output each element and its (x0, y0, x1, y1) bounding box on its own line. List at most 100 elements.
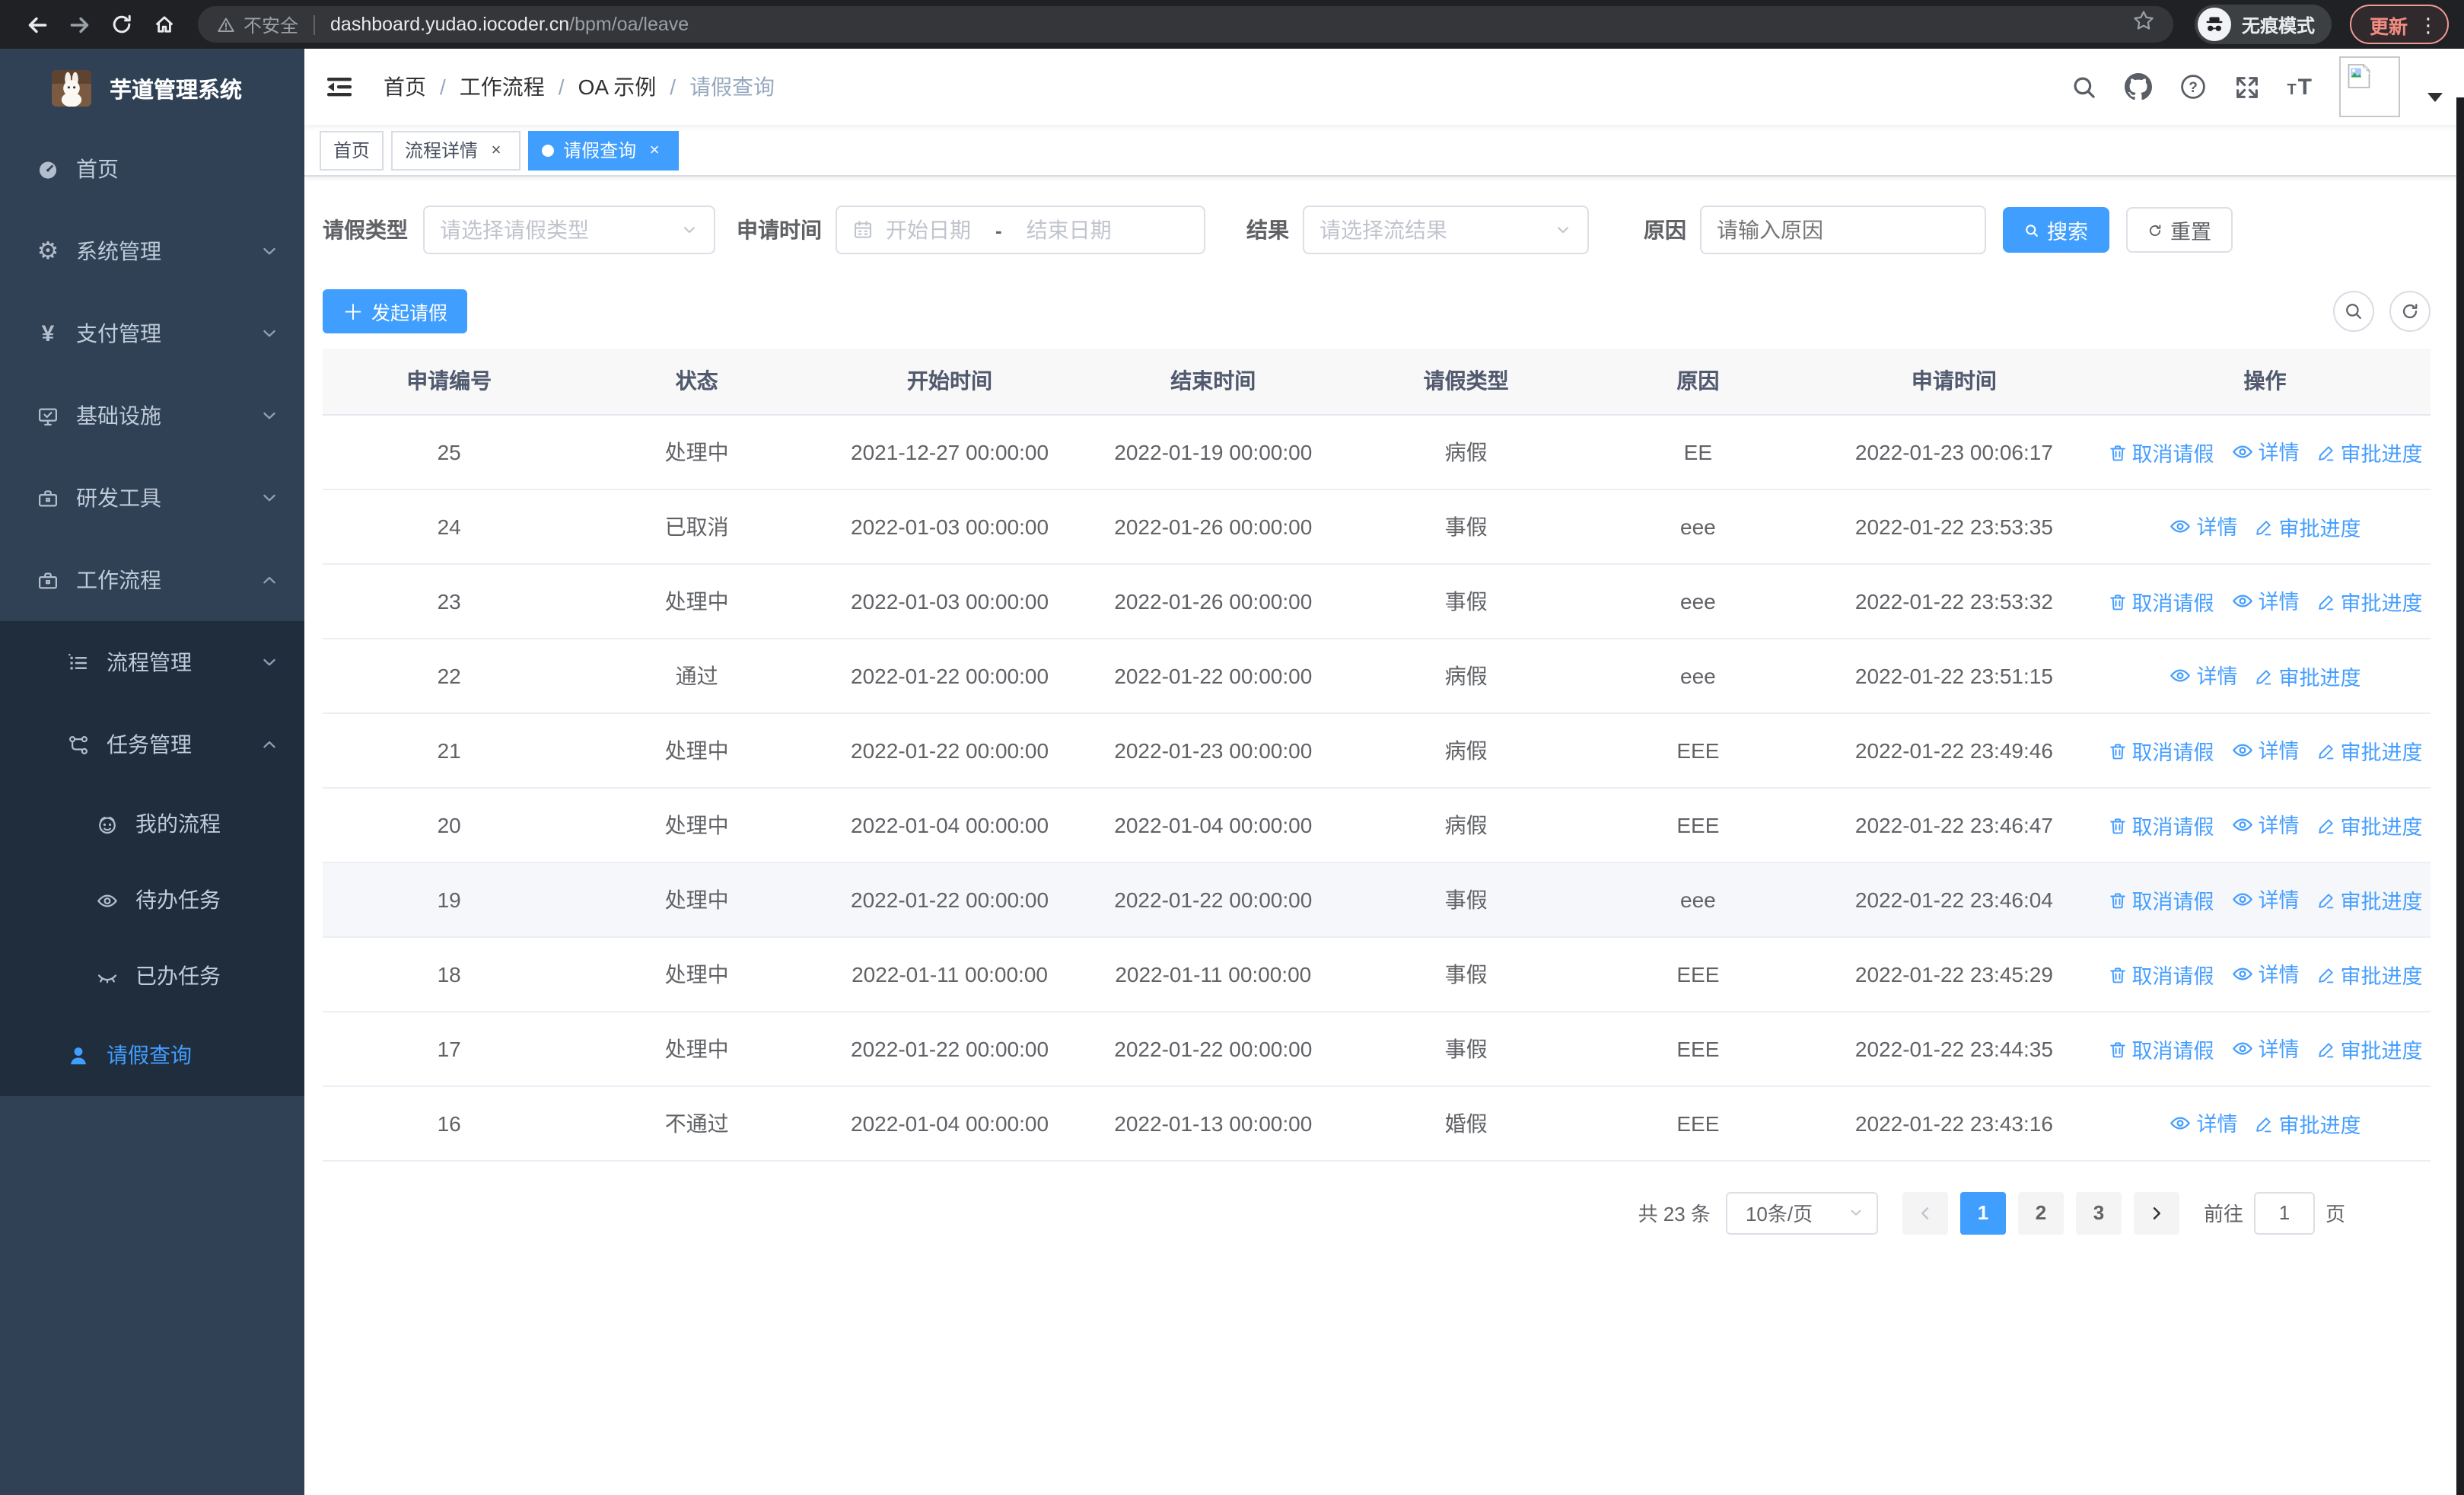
close-icon[interactable]: × (644, 139, 665, 161)
sidebar-item-研发工具[interactable]: 研发工具 (0, 457, 304, 539)
font-size-icon[interactable]: TT (2287, 75, 2312, 98)
pen-icon (2316, 815, 2336, 835)
address-bar[interactable]: 不安全 dashboard.yudao.iocoder.cn/bpm/oa/le… (198, 6, 2173, 43)
sidebar-item-任务管理[interactable]: 任务管理 (0, 703, 304, 786)
leave-type-select[interactable]: 请选择请假类型 (423, 206, 715, 254)
browser-scrollbar[interactable] (2456, 97, 2464, 1495)
detail-link-row-19[interactable]: 详情 (2231, 883, 2300, 913)
sidebar-collapse-icon[interactable] (317, 64, 362, 110)
progress-link-row-16[interactable]: 审批进度 (2255, 1108, 2361, 1139)
goto-page-input[interactable] (2253, 1191, 2315, 1234)
sidebar-item-支付管理[interactable]: ¥ 支付管理 (0, 292, 304, 375)
prev-page-button[interactable] (1902, 1191, 1948, 1234)
detail-link-row-24[interactable]: 详情 (2170, 510, 2238, 540)
cancel-link-row-20[interactable]: 取消请假 (2108, 810, 2214, 840)
security-indicator[interactable]: 不安全 (216, 11, 298, 37)
sidebar-item-工作流程[interactable]: 工作流程 (0, 539, 304, 621)
progress-link-row-25[interactable]: 审批进度 (2316, 437, 2423, 467)
progress-link-row-19[interactable]: 审批进度 (2316, 885, 2423, 915)
refresh-table-button[interactable] (2389, 291, 2431, 332)
start-date-placeholder[interactable]: 开始日期 (886, 215, 971, 245)
cell-结束时间: 2022-01-22 00:00:00 (1081, 638, 1345, 713)
reset-button[interactable]: 重置 (2126, 207, 2233, 253)
detail-link-row-17[interactable]: 详情 (2231, 1032, 2300, 1063)
tag-首页[interactable]: 首页 (320, 130, 384, 170)
cell-开始时间: 2022-01-11 00:00:00 (817, 936, 1082, 1012)
page-button-2[interactable]: 2 (2017, 1191, 2064, 1234)
detail-link-row-21[interactable]: 详情 (2231, 734, 2300, 764)
tag-请假查询[interactable]: 请假查询 × (528, 130, 680, 170)
cell-申请时间: 2022-01-22 23:51:15 (1808, 638, 2100, 713)
fullscreen-icon[interactable] (2233, 74, 2259, 100)
next-page-button[interactable] (2133, 1191, 2179, 1234)
browser-back-icon[interactable] (15, 3, 58, 46)
detail-link-row-18[interactable]: 详情 (2231, 958, 2300, 988)
page-button-1[interactable]: 1 (1959, 1191, 2006, 1234)
cancel-link-row-25[interactable]: 取消请假 (2108, 437, 2214, 467)
end-date-placeholder[interactable]: 结束日期 (1027, 215, 1112, 245)
close-icon[interactable]: × (485, 139, 507, 161)
cell-状态: 处理中 (575, 862, 818, 937)
progress-link-row-21[interactable]: 审批进度 (2316, 735, 2423, 766)
sidebar-item-请假查询[interactable]: 请假查询 (0, 1014, 304, 1096)
help-icon[interactable]: ? (2179, 73, 2206, 100)
result-select[interactable]: 请选择流结果 (1303, 206, 1589, 254)
cancel-link-row-23[interactable]: 取消请假 (2108, 586, 2214, 617)
eye-open-icon (2231, 961, 2254, 984)
breadcrumb-item-工作流程[interactable]: 工作流程 (460, 72, 545, 102)
cell-状态: 处理中 (575, 787, 818, 862)
cancel-link-row-21[interactable]: 取消请假 (2108, 735, 2214, 766)
sidebar-item-流程管理[interactable]: 流程管理 (0, 621, 304, 703)
page-size-select[interactable]: 10条/页 (1725, 1191, 1878, 1234)
browser-update-button[interactable]: 更新 ⋮ (2349, 5, 2449, 44)
browser-reload-icon[interactable] (100, 3, 143, 46)
sidebar-item-基础设施[interactable]: 基础设施 (0, 375, 304, 457)
progress-link-row-24[interactable]: 审批进度 (2255, 512, 2361, 542)
sidebar-item-系统管理[interactable]: ⚙ 系统管理 (0, 210, 304, 292)
detail-link-row-22[interactable]: 详情 (2170, 659, 2238, 690)
breadcrumb-item-首页[interactable]: 首页 (384, 72, 426, 102)
create-leave-button[interactable]: ＋ 发起请假 (323, 289, 468, 333)
search-button[interactable]: 搜索 (2003, 207, 2109, 253)
sidebar-item-待办任务[interactable]: 待办任务 (0, 862, 304, 938)
progress-link-row-18[interactable]: 审批进度 (2316, 959, 2423, 990)
progress-link-row-22[interactable]: 审批进度 (2255, 661, 2361, 691)
progress-link-row-23[interactable]: 审批进度 (2316, 586, 2423, 617)
cancel-link-row-17[interactable]: 取消请假 (2108, 1034, 2214, 1064)
cancel-link-row-19[interactable]: 取消请假 (2108, 885, 2214, 915)
browser-menu-icon[interactable]: ⋮ (2418, 14, 2438, 34)
cancel-link-row-18[interactable]: 取消请假 (2108, 959, 2214, 990)
broken-image-icon (2348, 64, 2370, 88)
avatar-caret-icon[interactable] (2427, 93, 2443, 102)
cell-申请时间: 2022-01-23 00:06:17 (1808, 414, 2100, 489)
toggle-search-button[interactable] (2333, 291, 2374, 332)
eye-open-icon (2170, 663, 2192, 686)
detail-link-row-23[interactable]: 详情 (2231, 585, 2300, 615)
github-icon[interactable] (2124, 73, 2152, 100)
cell-原因: eee (1587, 489, 1809, 564)
progress-link-row-17[interactable]: 审批进度 (2316, 1034, 2423, 1064)
page-button-3[interactable]: 3 (2075, 1191, 2122, 1234)
browser-home-icon[interactable] (143, 3, 186, 46)
bookmark-star-icon[interactable] (2132, 9, 2155, 40)
chevron-down-icon (260, 653, 279, 671)
detail-link-row-16[interactable]: 详情 (2170, 1107, 2238, 1137)
search-icon[interactable] (2071, 74, 2096, 100)
table-row-21: 21 处理中 2022-01-22 00:00:00 2022-01-23 00:00… (323, 712, 2431, 788)
tag-流程详情[interactable]: 流程详情 × (391, 130, 521, 170)
detail-link-row-20[interactable]: 详情 (2231, 808, 2300, 839)
cell-原因: EEE (1587, 1085, 1809, 1161)
browser-forward-icon[interactable] (58, 3, 100, 46)
breadcrumb-item-OA 示例[interactable]: OA 示例 (578, 72, 657, 102)
cell-请假类型: 婚假 (1345, 1085, 1587, 1161)
sidebar-item-已办任务[interactable]: 已办任务 (0, 938, 304, 1014)
detail-link-row-25[interactable]: 详情 (2231, 435, 2300, 466)
reason-input[interactable] (1702, 207, 1985, 253)
apply-time-range-picker[interactable]: 开始日期 - 结束日期 (836, 206, 1205, 254)
sidebar-item-我的流程[interactable]: 我的流程 (0, 786, 304, 862)
user-avatar[interactable] (2339, 56, 2400, 117)
sidebar-item-首页[interactable]: 首页 (0, 128, 304, 210)
detail-link-label: 详情 (2196, 665, 2238, 688)
progress-link-row-20[interactable]: 审批进度 (2316, 810, 2423, 840)
table-row-22: 22 通过 2022-01-22 00:00:00 2022-01-22 00:00:… (323, 638, 2431, 713)
